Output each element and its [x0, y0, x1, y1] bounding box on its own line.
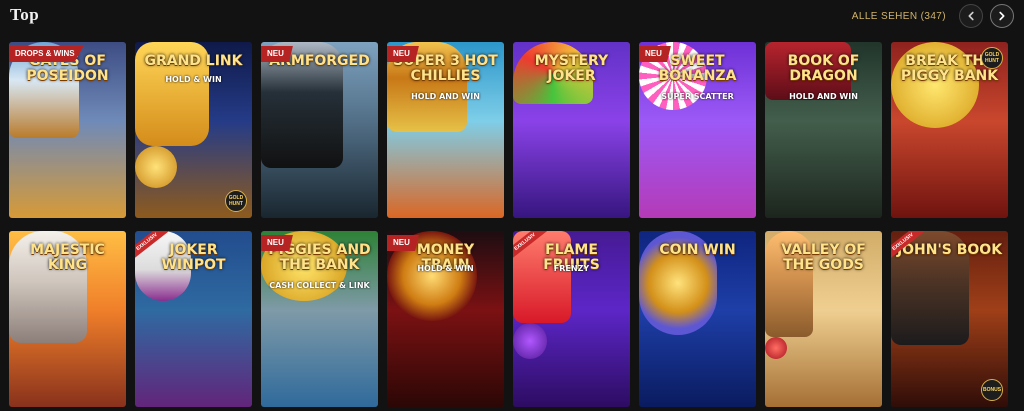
- game-subtitle: CASH COLLECT & LINK: [269, 281, 370, 290]
- carousel-next-button[interactable]: [990, 4, 1014, 28]
- game-tile[interactable]: Book of Dragon HOLD AND WIN: [765, 42, 882, 218]
- red-gem: [765, 337, 787, 359]
- game-tile[interactable]: EXKLUSIV John's Book BONUS: [891, 231, 1008, 407]
- game-tile[interactable]: DROPS & WINS Gates of Poseidon: [9, 42, 126, 218]
- game-title: Book of Dragon: [787, 53, 860, 84]
- see-all-link[interactable]: ALLE SEHEN (347): [852, 11, 946, 22]
- bonus-logo: BONUS: [981, 379, 1003, 401]
- gold-hunt-logo: GOLD HUNT: [981, 47, 1003, 69]
- section-header: Top ALLE SEHEN (347): [0, 0, 1024, 34]
- game-subtitle: HOLD AND WIN: [411, 92, 480, 101]
- game-subtitle: FRENZY: [553, 264, 590, 273]
- game-subtitle: SUPER SCATTER: [661, 92, 734, 101]
- game-tile[interactable]: NEU Super 3 Hot Chillies HOLD AND WIN: [387, 42, 504, 218]
- game-title: Coin Win: [659, 242, 736, 258]
- grapes: [513, 323, 547, 359]
- game-tile[interactable]: NEU Piggies and the Bank CASH COLLECT & …: [261, 231, 378, 407]
- badge-new: NEU: [261, 46, 293, 62]
- game-subtitle: HOLD & WIN: [417, 264, 474, 273]
- game-tile[interactable]: NEU Sweet Bonanza SUPER SCATTER: [639, 42, 756, 218]
- game-tile[interactable]: Valley of the Gods: [765, 231, 882, 407]
- chevron-left-icon: [968, 11, 974, 21]
- badge-new: NEU: [639, 46, 671, 62]
- section-title: Top: [10, 5, 40, 24]
- game-subtitle: HOLD AND WIN: [789, 92, 858, 101]
- game-tile[interactable]: Coin Win: [639, 231, 756, 407]
- gold-hunt-logo: GOLD HUNT: [225, 190, 247, 212]
- game-grid: DROPS & WINS Gates of Poseidon Grand Lin…: [9, 42, 1015, 407]
- game-title: John's Book: [896, 242, 1003, 258]
- game-tile[interactable]: NEU Money Train HOLD & WIN: [387, 231, 504, 407]
- game-tile[interactable]: NEU Armforged: [261, 42, 378, 218]
- badge-new: NEU: [387, 46, 419, 62]
- game-title: Grand Link: [144, 53, 243, 69]
- game-title: Valley of the Gods: [781, 242, 866, 273]
- game-title: Mystery Joker: [534, 53, 609, 84]
- carousel-prev-button[interactable]: [959, 4, 983, 28]
- badge-drops-wins: DROPS & WINS: [9, 46, 84, 62]
- game-tile[interactable]: Majestic King: [9, 231, 126, 407]
- game-tile[interactable]: GOLD HUNT Break the Piggy Bank: [891, 42, 1008, 218]
- badge-new: NEU: [387, 235, 419, 251]
- game-tile[interactable]: EXKLUSIV Flame Fruits FRENZY: [513, 231, 630, 407]
- game-tile[interactable]: Grand Link HOLD & WIN GOLD HUNT: [135, 42, 252, 218]
- badge-new: NEU: [261, 235, 293, 251]
- game-title: Joker Winpot: [161, 242, 226, 273]
- game-title: Majestic King: [30, 242, 105, 273]
- game-tile[interactable]: EXKLUSIV Joker Winpot: [135, 231, 252, 407]
- game-tile[interactable]: Mystery Joker: [513, 42, 630, 218]
- game-subtitle: HOLD & WIN: [165, 75, 222, 84]
- chevron-right-icon: [999, 11, 1005, 21]
- dollar-coin: [135, 146, 177, 188]
